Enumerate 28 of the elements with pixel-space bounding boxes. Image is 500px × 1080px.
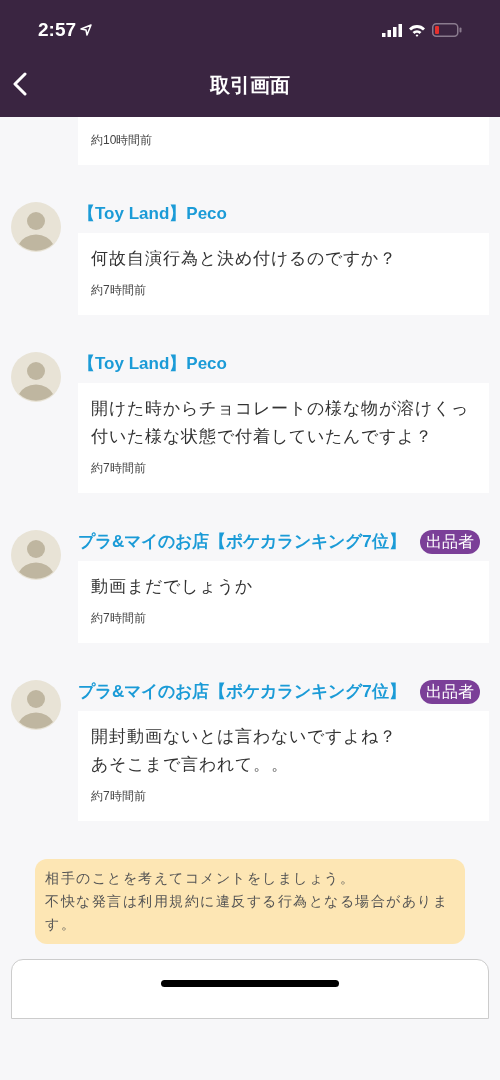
message-time: 約7時間前 <box>91 460 147 477</box>
avatar-icon <box>11 530 61 580</box>
message-text: あそこまで言われて。。 <box>91 754 290 776</box>
message-time: 約7時間前 <box>91 788 147 805</box>
notice-text: 相手のことを考えてコメントをしましょう。 <box>45 869 356 888</box>
seller-badge: 出品者 <box>419 680 480 704</box>
sender-name[interactable]: 【Toy Land】Peco <box>78 204 227 223</box>
location-icon <box>80 24 93 36</box>
battery-icon <box>432 23 462 37</box>
status-time: 2:57 <box>38 17 77 42</box>
screen-title: 取引画面 <box>210 72 290 98</box>
sender-name[interactable]: プラ&マイのお店【ポケカランキング7位】 <box>78 532 406 551</box>
signal-icon <box>382 23 402 37</box>
notice-text: 不快な発言は利用規約に違反する行為となる場合があります。 <box>45 892 449 934</box>
avatar-icon <box>11 352 61 402</box>
message-time: 約7時間前 <box>91 610 147 627</box>
message-text: 何故自演行為と決め付けるのですか？ <box>91 248 398 270</box>
message-text: 開けた時からチョコレートの様な物が溶けくっ付いた様な状態で付着していたんですよ？ <box>91 398 470 448</box>
message-time: 約7時間前 <box>91 282 147 299</box>
avatar-icon <box>11 680 61 730</box>
message-text: 動画まだでしょうか <box>91 576 254 598</box>
wifi-icon <box>408 23 426 37</box>
sender-name[interactable]: プラ&マイのお店【ポケカランキング7位】 <box>78 682 406 701</box>
seller-badge: 出品者 <box>419 530 480 554</box>
message-time: 約10時間前 <box>91 132 154 149</box>
sender-name[interactable]: 【Toy Land】Peco <box>78 354 227 373</box>
message-text: 開封動画ないとは言わないですよね？ <box>91 726 398 748</box>
avatar-icon <box>11 202 61 252</box>
